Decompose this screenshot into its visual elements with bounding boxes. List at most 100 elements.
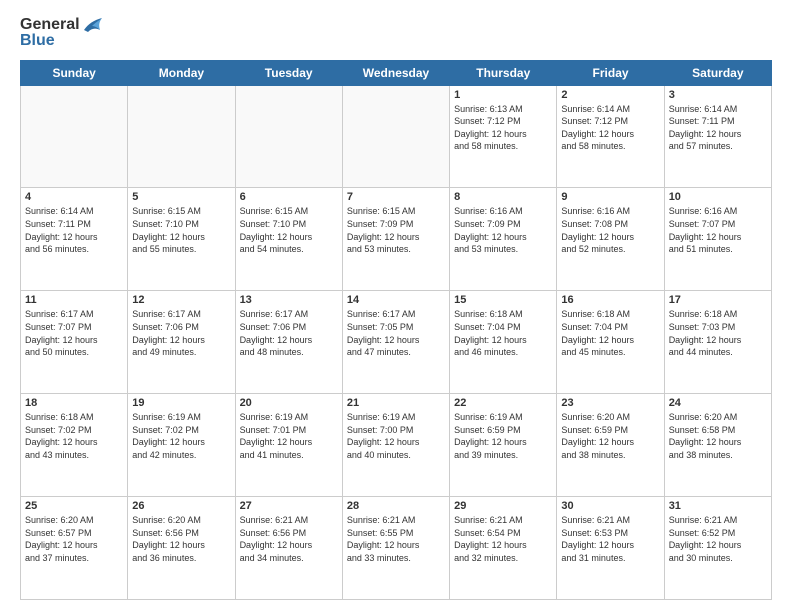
- day-info: Sunrise: 6:13 AMSunset: 7:12 PMDaylight:…: [454, 103, 552, 153]
- calendar-cell: 16 Sunrise: 6:18 AMSunset: 7:04 PMDayligh…: [557, 291, 664, 394]
- day-number: 31: [669, 500, 767, 512]
- logo-blue-text: Blue: [20, 32, 104, 50]
- calendar-cell: 26 Sunrise: 6:20 AMSunset: 6:56 PMDayligh…: [128, 497, 235, 600]
- day-number: 8: [454, 191, 552, 203]
- day-info: Sunrise: 6:15 AMSunset: 7:10 PMDaylight:…: [132, 205, 230, 255]
- day-number: 17: [669, 294, 767, 306]
- page: General Blue SundayMondayTuesdayWednesda…: [0, 0, 792, 612]
- day-number: 15: [454, 294, 552, 306]
- day-info: Sunrise: 6:19 AMSunset: 7:00 PMDaylight:…: [347, 411, 445, 461]
- calendar-cell: 30 Sunrise: 6:21 AMSunset: 6:53 PMDayligh…: [557, 497, 664, 600]
- day-number: 28: [347, 500, 445, 512]
- day-info: Sunrise: 6:14 AMSunset: 7:12 PMDaylight:…: [561, 103, 659, 153]
- calendar-cell: 20 Sunrise: 6:19 AMSunset: 7:01 PMDayligh…: [235, 394, 342, 497]
- calendar-week-row: 18 Sunrise: 6:18 AMSunset: 7:02 PMDayligh…: [21, 394, 772, 497]
- calendar-cell: 22 Sunrise: 6:19 AMSunset: 6:59 PMDayligh…: [450, 394, 557, 497]
- day-number: 19: [132, 397, 230, 409]
- day-number: 9: [561, 191, 659, 203]
- day-number: 21: [347, 397, 445, 409]
- calendar-cell: 28Sunrise: 6:21 AMSunset: 6:55 PMDayligh…: [342, 497, 449, 600]
- day-number: 10: [669, 191, 767, 203]
- day-info: Sunrise: 6:18 AMSunset: 7:04 PMDaylight:…: [561, 308, 659, 358]
- day-number: 5: [132, 191, 230, 203]
- calendar-table: SundayMondayTuesdayWednesdayThursdayFrid…: [20, 60, 772, 600]
- calendar-cell: [342, 85, 449, 188]
- calendar-cell: 15 Sunrise: 6:18 AMSunset: 7:04 PMDayligh…: [450, 291, 557, 394]
- day-info: Sunrise: 6:20 AMSunset: 6:57 PMDaylight:…: [25, 514, 123, 564]
- calendar-cell: [235, 85, 342, 188]
- day-info: Sunrise: 6:15 AMSunset: 7:09 PMDaylight:…: [347, 205, 445, 255]
- calendar-cell: [128, 85, 235, 188]
- calendar-cell: 7 Sunrise: 6:15 AMSunset: 7:09 PMDaylight…: [342, 188, 449, 291]
- calendar-cell: 29 Sunrise: 6:21 AMSunset: 6:54 PMDayligh…: [450, 497, 557, 600]
- calendar-cell: 2 Sunrise: 6:14 AMSunset: 7:12 PMDaylight…: [557, 85, 664, 188]
- day-info: Sunrise: 6:21 AMSunset: 6:53 PMDaylight:…: [561, 514, 659, 564]
- day-info: Sunrise: 6:16 AMSunset: 7:07 PMDaylight:…: [669, 205, 767, 255]
- day-number: 18: [25, 397, 123, 409]
- day-number: 29: [454, 500, 552, 512]
- day-info: Sunrise: 6:21 AMSunset: 6:54 PMDaylight:…: [454, 514, 552, 564]
- day-info: Sunrise: 6:17 AMSunset: 7:05 PMDaylight:…: [347, 308, 445, 358]
- day-info: Sunrise: 6:20 AMSunset: 6:59 PMDaylight:…: [561, 411, 659, 461]
- calendar-cell: 24Sunrise: 6:20 AMSunset: 6:58 PMDayligh…: [664, 394, 771, 497]
- day-number: 22: [454, 397, 552, 409]
- day-info: Sunrise: 6:18 AMSunset: 7:02 PMDaylight:…: [25, 411, 123, 461]
- calendar-cell: 17 Sunrise: 6:18 AMSunset: 7:03 PMDayligh…: [664, 291, 771, 394]
- calendar-cell: 18 Sunrise: 6:18 AMSunset: 7:02 PMDayligh…: [21, 394, 128, 497]
- col-header-tuesday: Tuesday: [235, 60, 342, 85]
- col-header-sunday: Sunday: [21, 60, 128, 85]
- day-number: 4: [25, 191, 123, 203]
- day-info: Sunrise: 6:16 AMSunset: 7:08 PMDaylight:…: [561, 205, 659, 255]
- day-info: Sunrise: 6:18 AMSunset: 7:04 PMDaylight:…: [454, 308, 552, 358]
- calendar-cell: 19 Sunrise: 6:19 AMSunset: 7:02 PMDayligh…: [128, 394, 235, 497]
- day-number: 20: [240, 397, 338, 409]
- day-info: Sunrise: 6:14 AMSunset: 7:11 PMDaylight:…: [25, 205, 123, 255]
- calendar-week-row: 1 Sunrise: 6:13 AMSunset: 7:12 PMDaylight…: [21, 85, 772, 188]
- day-number: 16: [561, 294, 659, 306]
- day-number: 27: [240, 500, 338, 512]
- day-number: 3: [669, 89, 767, 101]
- day-number: 12: [132, 294, 230, 306]
- calendar-cell: 1 Sunrise: 6:13 AMSunset: 7:12 PMDaylight…: [450, 85, 557, 188]
- day-number: 23: [561, 397, 659, 409]
- calendar-cell: 31Sunrise: 6:21 AMSunset: 6:52 PMDayligh…: [664, 497, 771, 600]
- col-header-friday: Friday: [557, 60, 664, 85]
- header: General Blue: [20, 16, 772, 50]
- day-number: 6: [240, 191, 338, 203]
- col-header-thursday: Thursday: [450, 60, 557, 85]
- day-number: 2: [561, 89, 659, 101]
- calendar-cell: 9 Sunrise: 6:16 AMSunset: 7:08 PMDaylight…: [557, 188, 664, 291]
- calendar-cell: 23 Sunrise: 6:20 AMSunset: 6:59 PMDayligh…: [557, 394, 664, 497]
- day-number: 1: [454, 89, 552, 101]
- day-number: 7: [347, 191, 445, 203]
- calendar-cell: 8 Sunrise: 6:16 AMSunset: 7:09 PMDaylight…: [450, 188, 557, 291]
- day-info: Sunrise: 6:19 AMSunset: 6:59 PMDaylight:…: [454, 411, 552, 461]
- day-info: Sunrise: 6:18 AMSunset: 7:03 PMDaylight:…: [669, 308, 767, 358]
- calendar-week-row: 11Sunrise: 6:17 AMSunset: 7:07 PMDayligh…: [21, 291, 772, 394]
- day-info: Sunrise: 6:17 AMSunset: 7:06 PMDaylight:…: [240, 308, 338, 358]
- day-info: Sunrise: 6:20 AMSunset: 6:56 PMDaylight:…: [132, 514, 230, 564]
- day-info: Sunrise: 6:21 AMSunset: 6:56 PMDaylight:…: [240, 514, 338, 564]
- day-info: Sunrise: 6:19 AMSunset: 7:02 PMDaylight:…: [132, 411, 230, 461]
- day-info: Sunrise: 6:14 AMSunset: 7:11 PMDaylight:…: [669, 103, 767, 153]
- day-number: 13: [240, 294, 338, 306]
- day-info: Sunrise: 6:16 AMSunset: 7:09 PMDaylight:…: [454, 205, 552, 255]
- calendar-cell: 25Sunrise: 6:20 AMSunset: 6:57 PMDayligh…: [21, 497, 128, 600]
- col-header-saturday: Saturday: [664, 60, 771, 85]
- day-info: Sunrise: 6:19 AMSunset: 7:01 PMDaylight:…: [240, 411, 338, 461]
- calendar-cell: 3 Sunrise: 6:14 AMSunset: 7:11 PMDaylight…: [664, 85, 771, 188]
- day-number: 30: [561, 500, 659, 512]
- calendar-header-row: SundayMondayTuesdayWednesdayThursdayFrid…: [21, 60, 772, 85]
- calendar-cell: 21 Sunrise: 6:19 AMSunset: 7:00 PMDayligh…: [342, 394, 449, 497]
- calendar-cell: 13 Sunrise: 6:17 AMSunset: 7:06 PMDayligh…: [235, 291, 342, 394]
- day-number: 26: [132, 500, 230, 512]
- calendar-week-row: 4 Sunrise: 6:14 AMSunset: 7:11 PMDaylight…: [21, 188, 772, 291]
- calendar-cell: 27 Sunrise: 6:21 AMSunset: 6:56 PMDayligh…: [235, 497, 342, 600]
- calendar-cell: 6Sunrise: 6:15 AMSunset: 7:10 PMDaylight…: [235, 188, 342, 291]
- day-info: Sunrise: 6:17 AMSunset: 7:06 PMDaylight:…: [132, 308, 230, 358]
- calendar-cell: 11Sunrise: 6:17 AMSunset: 7:07 PMDayligh…: [21, 291, 128, 394]
- day-info: Sunrise: 6:20 AMSunset: 6:58 PMDaylight:…: [669, 411, 767, 461]
- calendar-cell: [21, 85, 128, 188]
- col-header-wednesday: Wednesday: [342, 60, 449, 85]
- calendar-cell: 4 Sunrise: 6:14 AMSunset: 7:11 PMDaylight…: [21, 188, 128, 291]
